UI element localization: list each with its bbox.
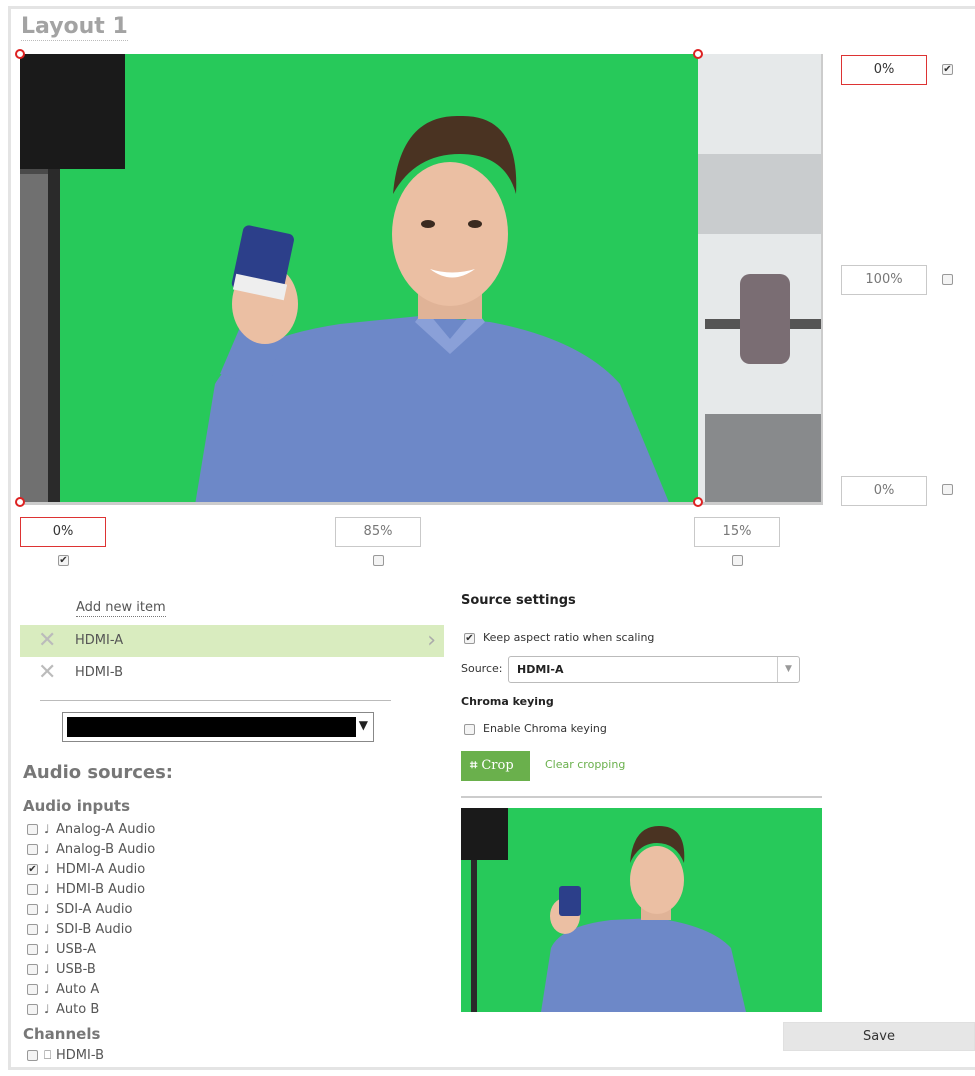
height-lock-checkbox[interactable] [942, 274, 953, 285]
canvas-handle-bottom-left[interactable] [15, 497, 25, 507]
color-swatch [67, 717, 356, 737]
microphone-icon: ♩ [44, 942, 50, 956]
left-offset-lock-checkbox[interactable] [58, 555, 69, 566]
divider [40, 700, 391, 701]
microphone-icon: ♩ [44, 982, 50, 996]
right-offset-lock-checkbox[interactable] [732, 555, 743, 566]
audio-input-item[interactable]: ♩ USB-A [27, 941, 96, 959]
microphone-icon: ♩ [44, 1002, 50, 1016]
audio-input-item[interactable]: ♩ Auto A [27, 981, 99, 999]
audio-input-label: HDMI-A Audio [56, 862, 146, 877]
channel-item[interactable]: ⎕ HDMI-B [27, 1047, 104, 1065]
audio-input-checkbox[interactable] [27, 864, 38, 875]
remove-icon[interactable]: ✕ [38, 625, 56, 657]
source-item-label: HDMI-A [75, 633, 124, 648]
layout-canvas[interactable] [20, 54, 823, 505]
audio-input-checkbox[interactable] [27, 1004, 38, 1015]
source-item-label: HDMI-B [75, 665, 123, 680]
channels-heading: Channels [23, 1025, 101, 1043]
audio-input-checkbox[interactable] [27, 824, 38, 835]
audio-input-item[interactable]: ♩ SDI-A Audio [27, 901, 132, 919]
audio-input-checkbox[interactable] [27, 904, 38, 915]
microphone-icon: ♩ [44, 882, 50, 896]
keep-aspect-option[interactable]: Keep aspect ratio when scaling [464, 631, 654, 644]
caret-down-icon: ▼ [358, 718, 368, 732]
enable-chroma-checkbox[interactable] [464, 723, 475, 735]
left-offset-input[interactable]: 0% [20, 517, 106, 547]
enable-chroma-option[interactable]: Enable Chroma keying [464, 722, 607, 735]
microphone-icon: ♩ [44, 842, 50, 856]
divider [461, 796, 822, 798]
audio-input-item[interactable]: ♩ SDI-B Audio [27, 921, 132, 939]
canvas-handle-bottom-right[interactable] [693, 497, 703, 507]
audio-input-item[interactable]: ♩ Auto B [27, 1001, 99, 1019]
audio-input-checkbox[interactable] [27, 884, 38, 895]
audio-input-label: SDI-A Audio [56, 902, 133, 917]
enable-chroma-label: Enable Chroma keying [483, 722, 607, 735]
canvas-handle-top-right[interactable] [693, 49, 703, 59]
audio-input-checkbox[interactable] [27, 844, 38, 855]
keep-aspect-label: Keep aspect ratio when scaling [483, 631, 655, 644]
audio-input-checkbox[interactable] [27, 964, 38, 975]
caret-down-icon: ▼ [777, 657, 799, 682]
audio-sources-heading: Audio sources: [23, 762, 173, 783]
microphone-icon: ♩ [44, 902, 50, 916]
source-item-hdmi-a[interactable]: ✕ HDMI-A › [20, 625, 444, 657]
audio-input-label: Auto A [56, 982, 100, 997]
microphone-icon: ♩ [44, 862, 50, 876]
audio-input-label: SDI-B Audio [56, 922, 133, 937]
top-offset-lock-checkbox[interactable] [942, 64, 953, 75]
audio-input-checkbox[interactable] [27, 984, 38, 995]
audio-input-label: USB-B [56, 962, 96, 977]
chroma-keying-heading: Chroma keying [461, 695, 554, 708]
source-select-value: HDMI-A [517, 663, 564, 676]
bottom-offset-lock-checkbox[interactable] [942, 484, 953, 495]
channel-checkbox[interactable] [27, 1050, 38, 1061]
save-button[interactable]: Save [783, 1022, 975, 1051]
audio-input-checkbox[interactable] [27, 944, 38, 955]
audio-input-label: USB-A [56, 942, 96, 957]
channel-label: HDMI-B [56, 1048, 104, 1063]
audio-input-item[interactable]: ♩ HDMI-A Audio [27, 861, 145, 879]
audio-input-item[interactable]: ♩ Analog-A Audio [27, 821, 155, 839]
microphone-icon: ♩ [44, 962, 50, 976]
source-settings-heading: Source settings [461, 593, 576, 608]
audio-input-checkbox[interactable] [27, 924, 38, 935]
clear-cropping-link[interactable]: Clear cropping [545, 758, 625, 771]
monitor-icon: ⎕ [44, 1048, 52, 1062]
audio-input-item[interactable]: ♩ USB-B [27, 961, 96, 979]
audio-input-label: Analog-A Audio [56, 822, 156, 837]
add-new-item-link[interactable]: Add new item [76, 599, 166, 617]
top-offset-input[interactable]: 0% [841, 55, 927, 85]
bottom-offset-input[interactable]: 0% [841, 476, 927, 506]
audio-input-item[interactable]: ♩ Analog-B Audio [27, 841, 155, 859]
crop-button-label: Crop [481, 758, 514, 773]
canvas-handle-top-left[interactable] [15, 49, 25, 59]
audio-inputs-heading: Audio inputs [23, 797, 131, 815]
crop-button[interactable]: ⌗ Crop [461, 751, 530, 781]
background-color-select[interactable]: ▼ [62, 712, 374, 742]
chevron-right-icon: › [427, 628, 436, 653]
source-select[interactable]: HDMI-A ▼ [508, 656, 800, 683]
width-input[interactable]: 85% [335, 517, 421, 547]
layout-title[interactable]: Layout 1 [21, 14, 128, 41]
video-frame [20, 54, 821, 502]
source-label: Source: [461, 662, 503, 675]
height-input[interactable]: 100% [841, 265, 927, 295]
right-offset-input[interactable]: 15% [694, 517, 780, 547]
audio-input-label: Auto B [56, 1002, 100, 1017]
crop-icon: ⌗ [470, 758, 478, 773]
width-lock-checkbox[interactable] [373, 555, 384, 566]
microphone-icon: ♩ [44, 922, 50, 936]
audio-input-label: Analog-B Audio [56, 842, 156, 857]
microphone-icon: ♩ [44, 822, 50, 836]
remove-icon[interactable]: ✕ [38, 657, 56, 689]
source-preview [461, 808, 822, 1012]
audio-input-item[interactable]: ♩ HDMI-B Audio [27, 881, 145, 899]
audio-input-label: HDMI-B Audio [56, 882, 146, 897]
source-item-hdmi-b[interactable]: ✕ HDMI-B [20, 657, 444, 689]
keep-aspect-checkbox[interactable] [464, 632, 475, 644]
